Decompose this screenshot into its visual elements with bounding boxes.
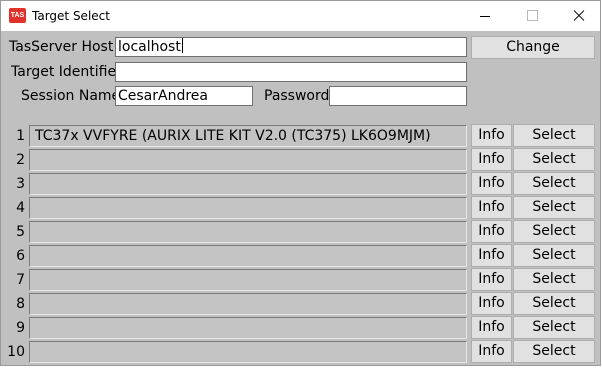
info-button[interactable]: Info <box>471 340 512 363</box>
close-icon[interactable] <box>555 1 601 31</box>
info-button[interactable]: Info <box>471 124 512 147</box>
target-id-input[interactable] <box>115 62 467 82</box>
info-button[interactable]: Info <box>471 196 512 219</box>
row-index: 10 <box>7 344 25 360</box>
target-name-field[interactable] <box>29 341 467 363</box>
select-button[interactable]: Select <box>513 340 595 363</box>
info-button[interactable]: Info <box>471 316 512 339</box>
row-index: 2 <box>16 152 25 168</box>
info-button[interactable]: Info <box>471 268 512 291</box>
session-label: Session Name <box>21 88 121 104</box>
title-bar[interactable]: TAS Target Select <box>1 1 600 31</box>
dialog-content: TasServer Host: localhost Change Target … <box>1 31 600 366</box>
target-name-field[interactable] <box>29 317 467 339</box>
row-index: 1 <box>16 128 25 144</box>
select-button[interactable]: Select <box>513 244 595 267</box>
info-button[interactable]: Info <box>471 244 512 267</box>
select-button[interactable]: Select <box>513 316 595 339</box>
select-button[interactable]: Select <box>513 220 595 243</box>
target-name-field[interactable] <box>29 293 467 315</box>
target-name-field[interactable] <box>29 197 467 219</box>
maximize-icon[interactable] <box>509 1 555 31</box>
host-input-value: localhost <box>118 39 181 55</box>
target-name-field[interactable] <box>29 221 467 243</box>
select-button[interactable]: Select <box>513 292 595 315</box>
row-index: 7 <box>16 272 25 288</box>
row-index: 8 <box>16 296 25 312</box>
select-button[interactable]: Select <box>513 268 595 291</box>
target-id-label: Target Identifier <box>11 64 122 80</box>
info-button[interactable]: Info <box>471 292 512 315</box>
info-button[interactable]: Info <box>471 148 512 171</box>
tas-app-icon: TAS <box>9 8 26 23</box>
target-name-field[interactable] <box>29 173 467 195</box>
target-select-window: TAS Target Select TasServer Host: localh… <box>0 0 601 366</box>
target-name-field[interactable] <box>29 245 467 267</box>
password-input[interactable] <box>329 86 467 106</box>
host-label: TasServer Host: <box>9 39 119 55</box>
info-button[interactable]: Info <box>471 172 512 195</box>
row-index: 9 <box>16 320 25 336</box>
password-label: Password <box>264 88 330 104</box>
minimize-icon[interactable] <box>463 1 509 31</box>
select-button[interactable]: Select <box>513 148 595 171</box>
row-index: 5 <box>16 224 25 240</box>
row-index: 6 <box>16 248 25 264</box>
window-title: Target Select <box>32 9 110 23</box>
select-button[interactable]: Select <box>513 172 595 195</box>
target-name-field[interactable] <box>29 149 467 171</box>
row-index: 4 <box>16 200 25 216</box>
select-button[interactable]: Select <box>513 196 595 219</box>
host-input[interactable]: localhost <box>115 37 467 57</box>
text-caret <box>181 38 183 53</box>
select-button[interactable]: Select <box>513 124 595 147</box>
target-name-field[interactable]: TC37x VVFYRE (AURIX LITE KIT V2.0 (TC375… <box>29 125 467 147</box>
row-index: 3 <box>16 176 25 192</box>
change-button[interactable]: Change <box>471 36 595 59</box>
target-name-field[interactable] <box>29 269 467 291</box>
info-button[interactable]: Info <box>471 220 512 243</box>
session-input[interactable]: CesarAndrea <box>115 86 253 106</box>
